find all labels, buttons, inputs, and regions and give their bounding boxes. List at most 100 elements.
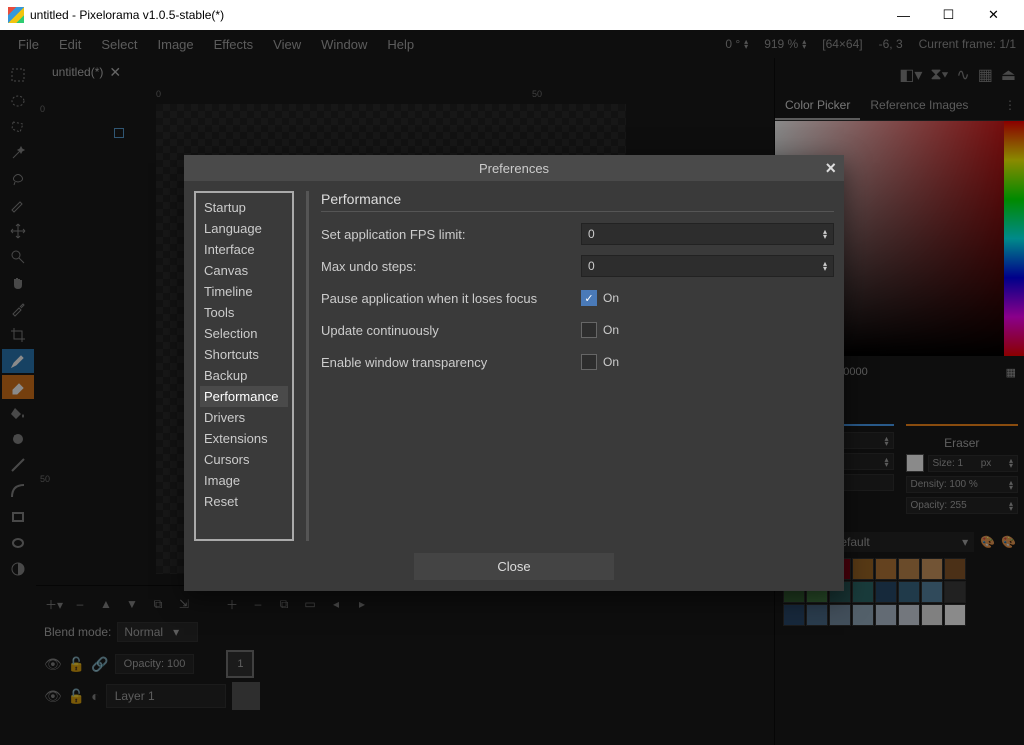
tab-reference-images[interactable]: Reference Images xyxy=(860,92,978,120)
close-button[interactable]: Close xyxy=(414,553,614,580)
layer-expand-icon[interactable]: ◐ xyxy=(91,688,99,704)
window-transparency-checkbox[interactable] xyxy=(581,354,597,370)
tabs-more-icon[interactable]: ⋮ xyxy=(996,92,1024,120)
opacity-field[interactable]: Opacity: 255▴▾ xyxy=(906,497,1019,514)
move-tool[interactable] xyxy=(2,219,34,243)
rect-tool[interactable] xyxy=(2,505,34,529)
palette-swatch[interactable] xyxy=(852,581,874,603)
prefs-item-image[interactable]: Image xyxy=(200,470,288,491)
menu-view[interactable]: View xyxy=(263,33,311,56)
tab-color-picker[interactable]: Color Picker xyxy=(775,92,860,120)
line-tool[interactable] xyxy=(2,453,34,477)
palette-swatch[interactable] xyxy=(944,558,966,580)
prefs-item-backup[interactable]: Backup xyxy=(200,365,288,386)
pixel-perfect-icon[interactable]: ∿ xyxy=(956,65,969,85)
dialog-title-bar[interactable]: Preferences × xyxy=(184,155,844,181)
fps-limit-input[interactable]: 0▴▾ xyxy=(581,223,834,245)
menu-window[interactable]: Window xyxy=(311,33,377,56)
remove-frame-button[interactable]: – xyxy=(248,594,268,614)
prefs-item-shortcuts[interactable]: Shortcuts xyxy=(200,344,288,365)
document-tab[interactable]: untitled(*) ✕ xyxy=(44,60,129,85)
palette-swatch[interactable] xyxy=(898,581,920,603)
dynamics-icon[interactable]: ⏏ xyxy=(1001,65,1016,85)
layer-link-icon[interactable]: 🔗 xyxy=(91,656,108,673)
menu-image[interactable]: Image xyxy=(148,33,204,56)
palette-swatch[interactable] xyxy=(875,604,897,626)
max-undo-input[interactable]: 0▴▾ xyxy=(581,255,834,277)
lasso-tool[interactable] xyxy=(2,167,34,191)
prefs-item-cursors[interactable]: Cursors xyxy=(200,449,288,470)
select-rect-tool[interactable] xyxy=(2,63,34,87)
palette-swatch[interactable] xyxy=(921,558,943,580)
palette-swatch[interactable] xyxy=(944,604,966,626)
layer-lock-icon[interactable]: 🔓 xyxy=(68,688,85,705)
select-ellipse-tool[interactable] xyxy=(2,89,34,113)
layer-name-field[interactable]: Layer 1 xyxy=(106,684,226,708)
palette-swatch[interactable] xyxy=(898,558,920,580)
merge-layer-button[interactable]: ⇲ xyxy=(174,594,194,614)
frame-right-button[interactable]: ▸ xyxy=(352,594,372,614)
palette-swatch[interactable] xyxy=(898,604,920,626)
maximize-button[interactable]: ☐ xyxy=(926,0,971,30)
menu-file[interactable]: File xyxy=(8,33,49,56)
text-tool[interactable] xyxy=(2,557,34,581)
layer-visible-icon[interactable]: 👁 xyxy=(44,656,62,673)
prefs-item-drivers[interactable]: Drivers xyxy=(200,407,288,428)
density-field[interactable]: Density: 100 %▴▾ xyxy=(906,476,1019,493)
prefs-item-canvas[interactable]: Canvas xyxy=(200,260,288,281)
shading-tool[interactable] xyxy=(2,427,34,451)
menu-effects[interactable]: Effects xyxy=(204,33,264,56)
tab-close-icon[interactable]: ✕ xyxy=(109,64,121,81)
palette-swatch[interactable] xyxy=(875,581,897,603)
frame-left-button[interactable]: ◂ xyxy=(326,594,346,614)
prefs-item-timeline[interactable]: Timeline xyxy=(200,281,288,302)
palette-options-icon[interactable]: 🎨 xyxy=(1001,535,1016,549)
frame-number-cell[interactable]: 1 xyxy=(226,650,254,678)
color-picker-tool[interactable] xyxy=(2,297,34,321)
palette-swatch[interactable] xyxy=(852,558,874,580)
size-field[interactable]: Size: 1 px▴▾ xyxy=(928,455,1019,472)
color-mode-icon[interactable]: ▦ xyxy=(1006,366,1016,379)
paint-select-tool[interactable] xyxy=(2,193,34,217)
minimize-button[interactable]: — xyxy=(881,0,926,30)
palette-swatch[interactable] xyxy=(852,604,874,626)
palette-swatch[interactable] xyxy=(783,604,805,626)
tag-frame-button[interactable]: ▭ xyxy=(300,594,320,614)
mirror-h-icon[interactable]: ◧▾ xyxy=(899,65,922,85)
layer-visible-icon[interactable]: 👁 xyxy=(44,688,62,705)
palette-swatch[interactable] xyxy=(875,558,897,580)
add-layer-button[interactable]: ＋▾ xyxy=(44,594,64,614)
clone-layer-button[interactable]: ⧉ xyxy=(148,594,168,614)
menu-edit[interactable]: Edit xyxy=(49,33,91,56)
blend-mode-select[interactable]: Normal ▾ xyxy=(117,622,198,642)
add-frame-button[interactable]: ＋ xyxy=(222,594,242,614)
palette-swatch[interactable] xyxy=(921,581,943,603)
spinner-icon[interactable]: ▴▾ xyxy=(802,39,806,49)
pencil-tool[interactable] xyxy=(2,349,34,373)
prefs-item-extensions[interactable]: Extensions xyxy=(200,428,288,449)
eraser-tool[interactable] xyxy=(2,375,34,399)
close-window-button[interactable]: ✕ xyxy=(971,0,1016,30)
canvas-rotation[interactable]: 0 ° xyxy=(725,37,740,51)
prefs-item-tools[interactable]: Tools xyxy=(200,302,288,323)
brush-shape-swatch[interactable] xyxy=(906,454,924,472)
menu-select[interactable]: Select xyxy=(91,33,147,56)
pause-focus-checkbox[interactable]: ✓ xyxy=(581,290,597,306)
layer-up-button[interactable]: ▲ xyxy=(96,594,116,614)
update-continuously-checkbox[interactable] xyxy=(581,322,597,338)
layer-down-button[interactable]: ▼ xyxy=(122,594,142,614)
crop-tool[interactable] xyxy=(2,323,34,347)
prefs-item-selection[interactable]: Selection xyxy=(200,323,288,344)
dialog-separator[interactable] xyxy=(306,191,309,541)
prefs-item-language[interactable]: Language xyxy=(200,218,288,239)
palette-swatch[interactable] xyxy=(921,604,943,626)
zoom-level[interactable]: 919 % xyxy=(764,37,798,51)
dialog-close-icon[interactable]: × xyxy=(825,158,836,179)
prefs-item-performance[interactable]: Performance xyxy=(200,386,288,407)
zoom-tool[interactable] xyxy=(2,245,34,269)
palette-select[interactable]: Default▾ xyxy=(826,532,974,552)
layer-opacity-field[interactable]: Opacity: 100 xyxy=(115,654,195,674)
clone-frame-button[interactable]: ⧉ xyxy=(274,594,294,614)
magic-wand-tool[interactable] xyxy=(2,141,34,165)
palette-swatch[interactable] xyxy=(806,604,828,626)
